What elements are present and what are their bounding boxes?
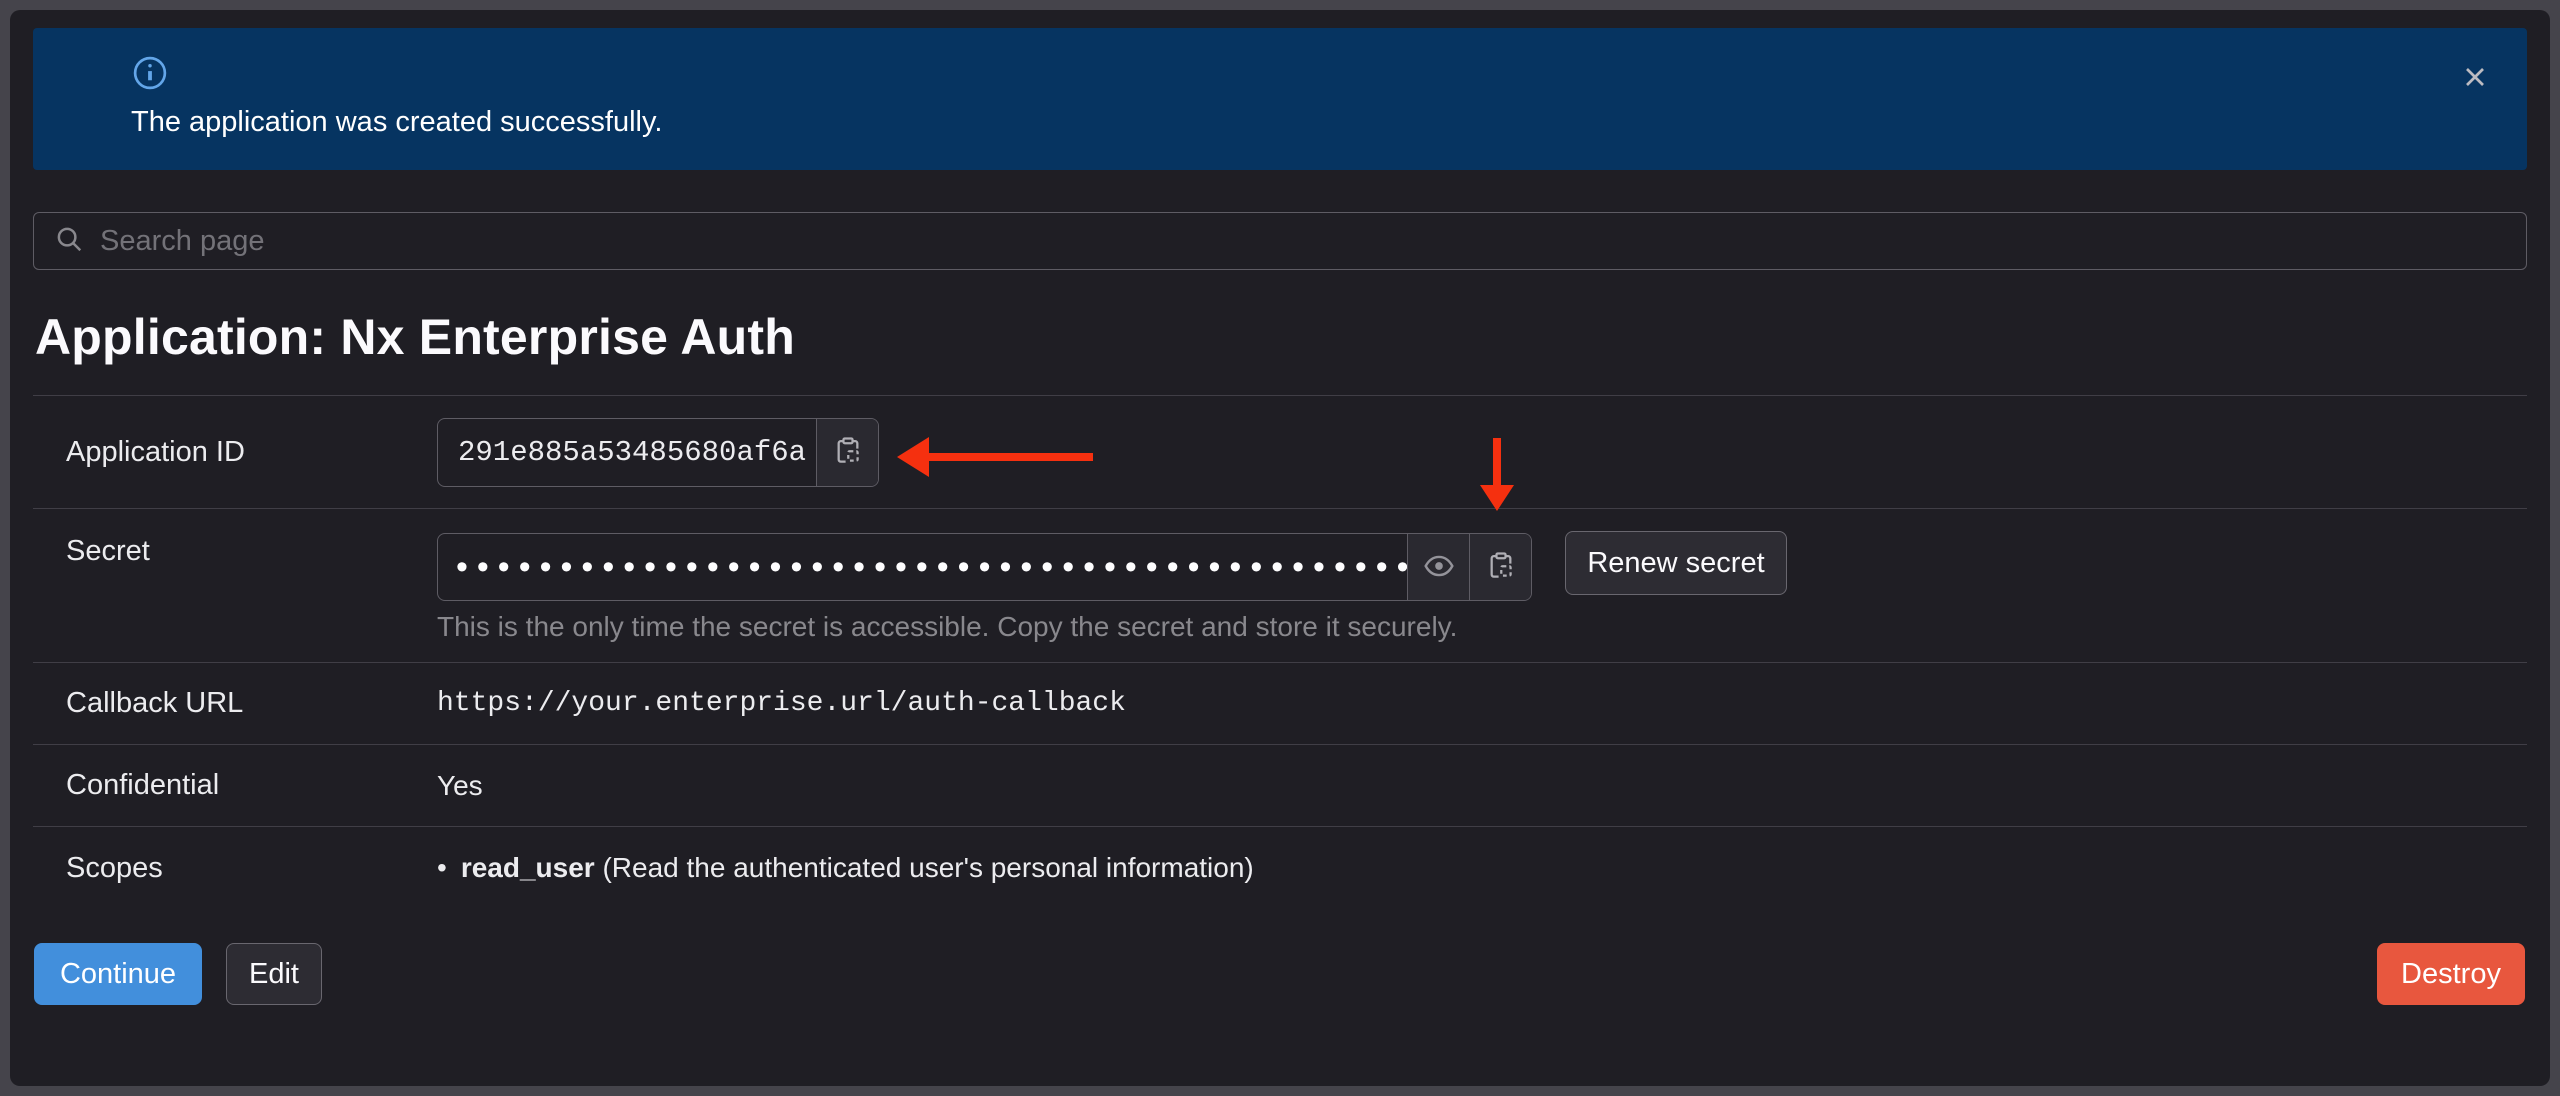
secret-label: Secret — [33, 509, 437, 662]
secret-helper-text: This is the only time the secret is acce… — [437, 611, 1457, 643]
confidential-label: Confidential — [33, 745, 437, 826]
table-row-callback-url: Callback URL https://your.enterprise.url… — [33, 662, 2527, 744]
application-attributes-table: Application ID 291e885a53485680af6a — [33, 395, 2527, 944]
page-title: Application: Nx Enterprise Auth — [35, 308, 795, 366]
magnifier-icon — [34, 224, 84, 259]
confidential-value: Yes — [437, 770, 483, 802]
page-search-bar — [33, 212, 2527, 270]
table-row-application-id: Application ID 291e885a53485680af6a — [33, 395, 2527, 508]
action-bar: Continue Edit Destroy — [10, 943, 2550, 1005]
red-arrow-left-icon — [897, 437, 1105, 477]
clipboard-copy-icon — [1485, 550, 1517, 585]
scope-bullet: • — [437, 852, 447, 883]
application-id-label: Application ID — [33, 396, 437, 508]
window-frame: The application was created successfully… — [0, 0, 2560, 1096]
scope-list-item: • read_user (Read the authenticated user'… — [437, 852, 1254, 884]
renew-secret-button[interactable]: Renew secret — [1565, 531, 1787, 595]
application-id-field-group: 291e885a53485680af6a — [437, 418, 879, 487]
continue-button[interactable]: Continue — [34, 943, 202, 1005]
callback-url-label: Callback URL — [33, 663, 437, 744]
eye-icon — [1422, 549, 1456, 586]
scope-name: read_user — [461, 852, 595, 883]
application-id-copy-button[interactable] — [816, 419, 878, 486]
table-row-scopes: Scopes • read_user (Read the authenticate… — [33, 826, 2527, 944]
clipboard-copy-icon — [832, 435, 864, 470]
scope-description: (Read the authenticated user's personal … — [602, 852, 1253, 883]
table-row-confidential: Confidential Yes — [33, 744, 2527, 826]
search-input[interactable] — [100, 225, 2526, 258]
secret-masked-value: ••••••••••••••••••••••••••••••••••••••••… — [438, 534, 1407, 600]
red-arrow-down-icon — [1480, 438, 1514, 512]
secret-copy-button[interactable] — [1469, 534, 1531, 600]
application-id-value: 291e885a53485680af6a — [438, 419, 816, 486]
application-detail-page: The application was created successfully… — [10, 10, 2550, 1086]
callback-url-value: https://your.enterprise.url/auth-callbac… — [437, 688, 1126, 719]
destroy-button[interactable]: Destroy — [2377, 943, 2525, 1005]
banner-message: The application was created successfully… — [131, 104, 662, 140]
table-row-secret: Secret •••••••••••••••••••••••••••••••••… — [33, 508, 2527, 662]
secret-reveal-button[interactable] — [1407, 534, 1469, 600]
edit-button[interactable]: Edit — [226, 943, 322, 1005]
scopes-label: Scopes — [33, 827, 437, 944]
close-x-icon — [2459, 61, 2491, 96]
banner-close-button[interactable] — [2453, 56, 2497, 100]
success-banner: The application was created successfully… — [33, 28, 2527, 170]
secret-field-group: ••••••••••••••••••••••••••••••••••••••••… — [437, 533, 1532, 601]
info-circle-icon — [131, 54, 169, 92]
